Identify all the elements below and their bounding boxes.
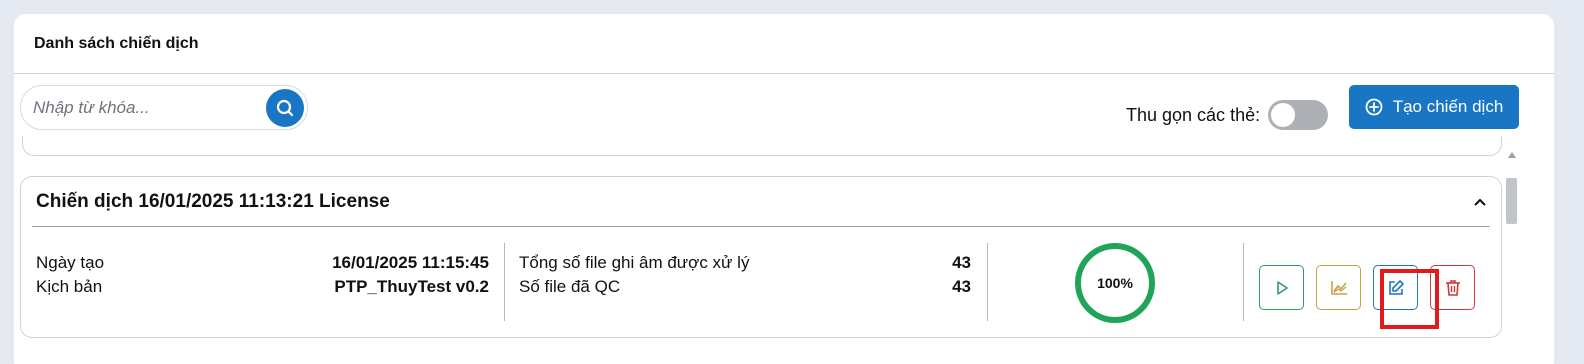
scroll-up-arrow-icon[interactable] — [1508, 152, 1516, 158]
statistics-button[interactable] — [1316, 265, 1361, 310]
create-campaign-label: Tạo chiến dịch — [1392, 97, 1504, 116]
script-value: PTP_ThuyTest v0.2 — [334, 277, 489, 296]
campaign-info-middle: Tổng số file ghi âm được xử lý 43 Số fil… — [519, 251, 971, 299]
divider — [987, 243, 988, 321]
run-button[interactable] — [1259, 265, 1304, 310]
campaign-card-body: Ngày tạo 16/01/2025 11:15:45 Kịch bản PT… — [21, 243, 1501, 323]
search-input[interactable] — [21, 97, 261, 118]
search-button[interactable] — [266, 89, 304, 127]
divider — [504, 243, 505, 321]
trash-icon — [1445, 279, 1460, 296]
chevron-up-icon[interactable] — [1470, 192, 1490, 212]
campaign-card-header[interactable]: Chiến dịch 16/01/2025 11:13:21 License — [32, 177, 1490, 227]
search-box — [20, 85, 308, 130]
scrollbar-thumb[interactable] — [1506, 178, 1517, 224]
created-row: Ngày tạo 16/01/2025 11:15:45 — [36, 251, 489, 275]
total-row: Tổng số file ghi âm được xử lý 43 — [519, 251, 971, 275]
chart-icon — [1330, 280, 1347, 295]
create-campaign-button[interactable]: Tạo chiến dịch — [1349, 85, 1519, 129]
collapse-cards-label: Thu gọn các thẻ: — [1126, 104, 1261, 125]
previous-card-edge — [22, 136, 1502, 156]
collapse-cards-toggle[interactable] — [1268, 100, 1329, 130]
toggle-knob — [1271, 103, 1296, 127]
created-value: 16/01/2025 11:15:45 — [332, 253, 489, 272]
script-label: Kịch bản — [36, 277, 103, 296]
qc-value: 43 — [952, 277, 971, 296]
search-icon — [276, 99, 294, 117]
edit-button-highlight — [1380, 269, 1439, 329]
collapse-cards-control: Thu gọn các thẻ: — [1126, 100, 1329, 130]
campaign-card: Chiến dịch 16/01/2025 11:13:21 License N… — [20, 176, 1502, 338]
qc-label: Số file đã QC — [519, 277, 621, 296]
plus-circle-icon — [1365, 98, 1383, 116]
panel-title: Danh sách chiến dịch — [34, 34, 199, 52]
total-label: Tổng số file ghi âm được xử lý — [519, 253, 750, 272]
created-label: Ngày tạo — [36, 253, 105, 272]
total-value: 43 — [952, 253, 971, 272]
divider — [1243, 243, 1244, 321]
play-icon — [1276, 280, 1288, 295]
qc-row: Số file đã QC 43 — [519, 275, 971, 299]
campaign-actions — [1259, 265, 1487, 310]
campaign-title: Chiến dịch 16/01/2025 11:13:21 License — [36, 190, 390, 212]
progress-circle: 100% — [1075, 243, 1155, 323]
panel-header: Danh sách chiến dịch — [14, 14, 1554, 74]
campaign-info-left: Ngày tạo 16/01/2025 11:15:45 Kịch bản PT… — [36, 251, 489, 299]
progress-value: 100% — [1097, 275, 1133, 291]
script-row: Kịch bản PTP_ThuyTest v0.2 — [36, 275, 489, 299]
